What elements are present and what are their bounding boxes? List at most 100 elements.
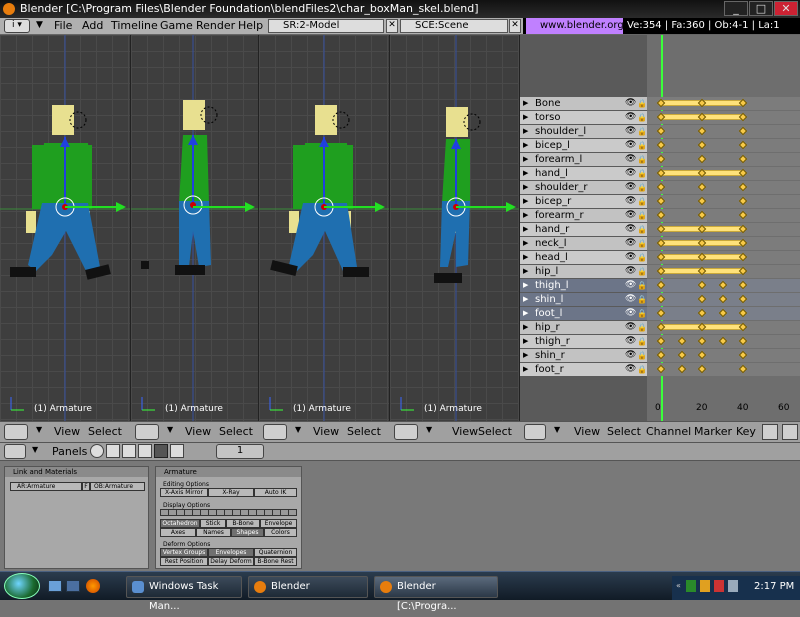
channel-row[interactable]: ▶ torso 👁 🔒 [520, 111, 647, 124]
lock-icon[interactable]: 🔒 [637, 349, 647, 362]
start-button[interactable] [4, 573, 40, 599]
3d-viewport-4[interactable]: (1) Armature [390, 35, 520, 421]
tray-app-icon[interactable] [714, 580, 724, 592]
expand-triangle-icon[interactable]: ▶ [523, 293, 528, 306]
task-blender-file[interactable]: Blender [C:\Progra... [374, 576, 498, 612]
envelopes-button[interactable]: Envelopes [208, 548, 254, 557]
vertex-groups-button[interactable]: Vertex Groups [160, 548, 208, 557]
lock-icon[interactable]: 🔒 [637, 125, 647, 138]
lock-icon[interactable]: 🔒 [637, 153, 647, 166]
lock-icon[interactable]: 🔒 [637, 335, 647, 348]
axes-button[interactable]: Axes [160, 528, 196, 537]
close-button[interactable]: ✕ [774, 1, 798, 16]
names-button[interactable]: Names [196, 528, 231, 537]
visibility-eye-icon[interactable]: 👁 [625, 265, 636, 278]
lock-icon[interactable]: 🔒 [637, 223, 647, 236]
view-menu[interactable]: View [54, 425, 80, 438]
visibility-eye-icon[interactable]: 👁 [625, 307, 636, 320]
lock-icon[interactable]: 🔒 [637, 363, 647, 376]
expand-triangle-icon[interactable]: ▶ [523, 237, 528, 250]
stick-button[interactable]: Stick [200, 519, 226, 528]
x-ray-button[interactable]: X-Ray [208, 488, 254, 497]
expand-triangle-icon[interactable]: ▶ [523, 307, 528, 320]
channel-row[interactable]: ▶ hip_r 👁 🔒 [520, 321, 647, 334]
scene-selector[interactable]: SCE:Scene [400, 19, 508, 33]
expand-triangle-icon[interactable]: ▶ [523, 181, 528, 194]
channel-row[interactable]: ▶ forearm_l 👁 🔒 [520, 153, 647, 166]
visibility-eye-icon[interactable]: 👁 [625, 363, 636, 376]
task-windows-task-manager[interactable]: Windows Task Man... [126, 576, 242, 612]
channel-row[interactable]: ▶ hand_r 👁 🔒 [520, 223, 647, 236]
channel-row[interactable]: ▶ thigh_l 👁 🔒 [520, 279, 647, 292]
channel-row[interactable]: ▶ bicep_l 👁 🔒 [520, 139, 647, 152]
collapse-icon[interactable]: ▼ [554, 425, 560, 434]
expand-triangle-icon[interactable]: ▶ [523, 251, 528, 264]
collapse-menu-icon[interactable]: ▼ [36, 20, 43, 30]
channel-row[interactable]: ▶ thigh_r 👁 🔒 [520, 335, 647, 348]
view-menu[interactable]: View [185, 425, 211, 438]
view-menu[interactable]: View [452, 425, 478, 438]
screen-selector[interactable]: SR:2-Model [268, 19, 384, 33]
lock-icon[interactable]: 🔒 [637, 237, 647, 250]
lock-icon[interactable]: 🔒 [637, 111, 647, 124]
visibility-eye-icon[interactable]: 👁 [625, 181, 636, 194]
keyframe-row[interactable] [647, 139, 800, 152]
keyframe-row[interactable] [647, 153, 800, 166]
3d-viewport-3[interactable]: (1) Armature [259, 35, 390, 421]
3d-view-type-icon[interactable] [394, 424, 418, 440]
lock-icon[interactable]: 🔒 [637, 181, 647, 194]
expand-triangle-icon[interactable]: ▶ [523, 195, 528, 208]
channel-row[interactable]: ▶ bicep_r 👁 🔒 [520, 195, 647, 208]
select-menu[interactable]: Select [478, 425, 512, 438]
select-menu[interactable]: Select [347, 425, 381, 438]
3d-view-type-icon[interactable] [4, 424, 28, 440]
lock-icon[interactable]: 🔒 [637, 293, 647, 306]
shapes-button[interactable]: Shapes [231, 528, 264, 537]
bone-layers-row[interactable] [160, 509, 297, 516]
maximize-button[interactable]: □ [749, 1, 773, 16]
3d-view-type-icon[interactable] [263, 424, 287, 440]
colors-button[interactable]: Colors [264, 528, 297, 537]
collapse-icon[interactable]: ▼ [32, 445, 38, 454]
action-timeline[interactable]: 0 20 40 60 [647, 35, 800, 421]
fake-user-button[interactable]: F [82, 482, 90, 491]
channel-row[interactable]: ▶ shoulder_l 👁 🔒 [520, 125, 647, 138]
b-bone-button[interactable]: B-Bone [226, 519, 260, 528]
channel-row[interactable]: ▶ foot_r 👁 🔒 [520, 363, 647, 376]
keyframe-row[interactable] [647, 181, 800, 194]
blender-url[interactable]: www.blender.org 248 [526, 18, 624, 47]
select-menu[interactable]: Select [219, 425, 253, 438]
keyframe-row[interactable] [647, 363, 800, 376]
visibility-eye-icon[interactable]: 👁 [625, 111, 636, 124]
buttons-window-type-icon[interactable] [4, 444, 26, 459]
quaternion-button[interactable]: Quaternion [254, 548, 297, 557]
visibility-eye-icon[interactable]: 👁 [625, 209, 636, 222]
scroll-arrow-icon[interactable] [782, 424, 798, 440]
3d-viewport-2[interactable]: (1) Armature [131, 35, 259, 421]
tray-expand-icon[interactable]: « [676, 581, 684, 590]
lock-icon[interactable]: 🔒 [637, 209, 647, 222]
visibility-eye-icon[interactable]: 👁 [625, 153, 636, 166]
channel-row[interactable]: ▶ shoulder_r 👁 🔒 [520, 181, 647, 194]
keyframe-row[interactable] [647, 125, 800, 138]
action-channel-menu[interactable]: Channel [646, 425, 691, 438]
visibility-eye-icon[interactable]: 👁 [625, 279, 636, 292]
visibility-eye-icon[interactable]: 👁 [625, 195, 636, 208]
visibility-eye-icon[interactable]: 👁 [625, 167, 636, 180]
volume-icon[interactable] [728, 580, 738, 592]
channel-row[interactable]: ▶ Bone 👁 🔒 [520, 97, 647, 110]
x-axis-mirror-button[interactable]: X-Axis Mirror [160, 488, 208, 497]
expand-triangle-icon[interactable]: ▶ [523, 363, 528, 376]
expand-triangle-icon[interactable]: ▶ [523, 349, 528, 362]
menu-timeline[interactable]: Timeline [111, 18, 158, 34]
3d-view-type-icon[interactable] [135, 424, 159, 440]
rest-position-button[interactable]: Rest Position [160, 557, 208, 566]
visibility-eye-icon[interactable]: 👁 [625, 321, 636, 334]
lock-icon[interactable]: 🔒 [637, 307, 647, 320]
expand-triangle-icon[interactable]: ▶ [523, 125, 528, 138]
frame-number-field[interactable]: 1 [216, 444, 264, 459]
b-bone-rest-button[interactable]: B-Bone Rest [254, 557, 297, 566]
visibility-eye-icon[interactable]: 👁 [625, 335, 636, 348]
info-window-type-icon[interactable]: i ▾ [4, 19, 30, 33]
3d-viewport-1[interactable]: (1) Armature [0, 35, 131, 421]
